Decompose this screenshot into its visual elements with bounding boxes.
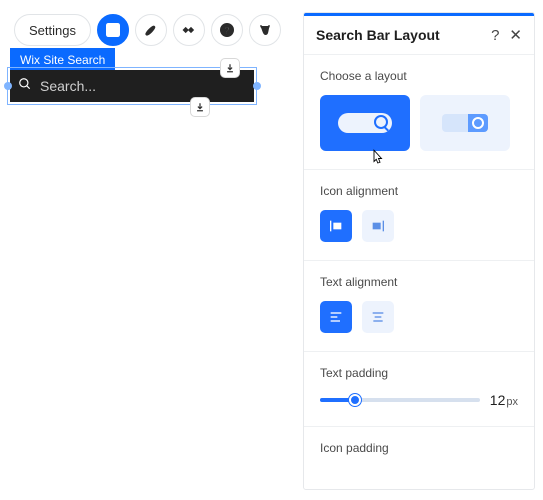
search-placeholder: Search... (40, 78, 96, 94)
animation-icon[interactable] (173, 14, 205, 46)
section-text-alignment: Text alignment (304, 261, 534, 352)
section-layout: Choose a layout (304, 55, 534, 170)
section-text-padding: Text padding 12px (304, 352, 534, 427)
text-padding-value: 12px (490, 392, 518, 408)
text-align-center[interactable] (362, 301, 394, 333)
section-title: Icon padding (320, 441, 518, 455)
connect-icon[interactable] (249, 14, 281, 46)
icon-align-left[interactable] (320, 210, 352, 242)
design-icon[interactable] (135, 14, 167, 46)
section-icon-padding: Icon padding (304, 427, 534, 485)
text-align-left[interactable] (320, 301, 352, 333)
section-icon-alignment: Icon alignment (304, 170, 534, 261)
download-icon[interactable] (220, 58, 240, 78)
widget-name-label: Wix Site Search (10, 48, 115, 72)
help-icon[interactable]: ? (211, 14, 243, 46)
panel-help-icon[interactable]: ? (491, 27, 499, 44)
layout-option-boxed[interactable] (420, 95, 510, 151)
panel-header: Search Bar Layout ? ✕ (304, 16, 534, 55)
section-title: Choose a layout (320, 69, 518, 83)
panel-title: Search Bar Layout (316, 27, 440, 43)
toolbar: Settings ? (14, 14, 281, 46)
section-title: Text alignment (320, 275, 518, 289)
resize-handle[interactable] (4, 82, 12, 90)
text-padding-slider[interactable] (320, 398, 480, 402)
slider-thumb[interactable] (349, 394, 361, 406)
layout-panel: Search Bar Layout ? ✕ Choose a layout (303, 12, 535, 490)
close-icon[interactable]: ✕ (509, 26, 522, 44)
settings-button[interactable]: Settings (14, 14, 91, 46)
layout-option-rounded[interactable] (320, 95, 410, 151)
layout-icon[interactable] (97, 14, 129, 46)
panel-body[interactable]: Choose a layout Icon alignment (304, 55, 534, 489)
resize-handle[interactable] (253, 82, 261, 90)
search-bar-widget[interactable]: Search... (10, 70, 254, 102)
search-icon (18, 77, 32, 96)
section-title: Text padding (320, 366, 518, 380)
svg-text:?: ? (224, 25, 229, 35)
icon-align-right[interactable] (362, 210, 394, 242)
download-icon[interactable] (190, 97, 210, 117)
section-title: Icon alignment (320, 184, 518, 198)
